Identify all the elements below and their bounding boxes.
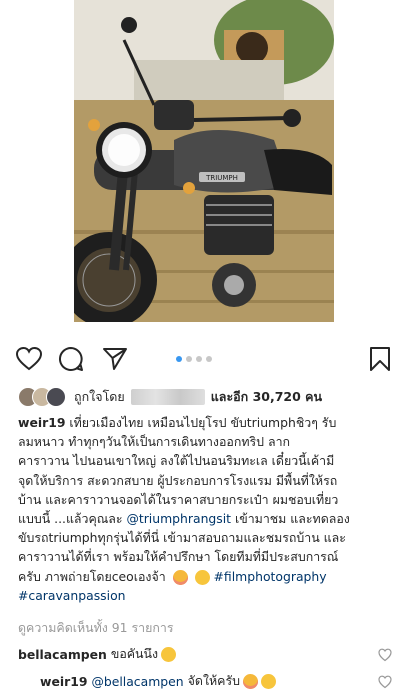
caption-line: แบบนี้ ...แล้วคุณละ @triumphrangsit เข้า… (18, 509, 396, 528)
mention-link[interactable]: @triumphrangsit (126, 511, 231, 526)
comment-username[interactable]: bellacampen (18, 647, 107, 662)
carousel-indicator (176, 356, 212, 362)
caption-text: แบบนี้ ...แล้วคุณละ (18, 511, 127, 527)
caption-text: ครับ ภาพถ่ายโดยceoเองจ้า (18, 568, 166, 584)
hashtag-link[interactable]: #caravanpassion (18, 588, 126, 603)
comment-text: จัดให้ครับ (187, 673, 240, 688)
comment-bubble-icon (59, 346, 83, 371)
caption-line: คาราวาน ไปนอนเขาใหญ่ ลงใต้ไปนอนริมทะเล เ… (18, 453, 335, 469)
brand-badge: TRIUMPH (205, 174, 238, 182)
view-all-comments-link[interactable]: ดูความคิดเห็นทั้ง 91 รายการ (18, 619, 173, 638)
likes-prefix: ถูกใจโดย (74, 389, 125, 404)
comment-item: bellacampen ขอคันนึง (18, 645, 177, 664)
caption-line: ครับ ภาพถ่ายโดยceoเองจ้า #filmphotograph… (18, 567, 396, 586)
caption-text: เข้ามาชม และทดลอง (231, 511, 350, 527)
comment-text: ขอคันนึง (110, 646, 159, 661)
motorcycle-photo: TRIUMPH (74, 0, 334, 322)
like-button[interactable] (14, 344, 44, 374)
share-button[interactable] (100, 344, 130, 374)
hushed-emoji-icon (260, 674, 276, 689)
carousel-dot (206, 356, 212, 362)
liker-avatars (18, 387, 68, 407)
caption-line: จุดให้บริการ สะดวกสบาย ผู้ประกอบการโรงแร… (18, 472, 338, 488)
comment-reply-item: weir19 @bellacampen จัดให้ครับ (40, 672, 276, 691)
post-caption: weir19 เที่ยวเมืองไทย เหมือนไปยุโรป ขับt… (18, 413, 396, 605)
bookmark-icon (370, 347, 390, 371)
save-button[interactable] (365, 344, 395, 374)
paper-plane-icon (103, 348, 127, 370)
caption-line: weir19 เที่ยวเมืองไทย เหมือนไปยุโรป ขับt… (18, 413, 396, 432)
comment-like-heart-icon[interactable] (378, 675, 392, 689)
heart-eyes-emoji-icon (172, 569, 188, 585)
caption-line: ขับรถtriumphทุกรุ่นได้ที่นี่ เข้ามาสอบถา… (18, 530, 346, 546)
comment-username[interactable]: weir19 (40, 674, 87, 689)
post-image[interactable]: TRIUMPH (74, 0, 334, 322)
hashtag-link[interactable]: #filmphotography (214, 569, 327, 584)
likes-summary[interactable]: ถูกใจโดย และอีก 30,720 คน (18, 386, 398, 408)
comment-button[interactable] (56, 344, 86, 374)
caption-line: #caravanpassion (18, 586, 396, 605)
heart-icon (16, 347, 42, 371)
blurred-username (130, 389, 205, 405)
avatar (46, 387, 66, 407)
likes-count[interactable]: และอีก 30,720 คน (211, 387, 322, 407)
post-action-bar (0, 340, 408, 380)
caption-username[interactable]: weir19 (18, 415, 65, 430)
mention-link[interactable]: @bellacampen (91, 674, 183, 689)
caption-text: เที่ยวเมืองไทย เหมือนไปยุโรป ขับtriumphช… (65, 415, 337, 430)
caption-line: บ้าน และคาราวานจอดได้ในราคาสบายกระเป๋า ผ… (18, 491, 339, 507)
carousel-dot (176, 356, 182, 362)
caption-line: ลมหนาว ทำทุกๆวันให้เป็นการเดินทางออกทริป… (18, 434, 291, 450)
grin-emoji-icon (161, 647, 177, 662)
comment-like-heart-icon[interactable] (378, 648, 392, 662)
carousel-dot (196, 356, 202, 362)
caption-line: คาราวานได้ที่เรา พร้อมให้คำปรึกษา โดยทีม… (18, 549, 339, 565)
carousel-dot (186, 356, 192, 362)
rofl-emoji-icon (194, 569, 210, 585)
smile-emoji-icon (242, 674, 258, 689)
